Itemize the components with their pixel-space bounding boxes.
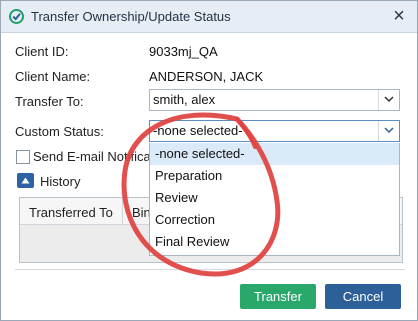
client-id-value: 9033mj_QA [149, 44, 218, 59]
dropdown-option-review[interactable]: Review [150, 187, 399, 209]
custom-status-value: -none selected- [153, 123, 243, 138]
transfer-dialog: Transfer Ownership/Update Status × Clien… [0, 0, 418, 321]
client-name-label: Client Name: [15, 69, 91, 84]
triangle-up-icon [21, 177, 30, 184]
dropdown-option-preparation[interactable]: Preparation [150, 165, 399, 187]
check-circle-icon [9, 9, 24, 24]
client-name-value: ANDERSON, JACK [149, 69, 264, 84]
dialog-titlebar: Transfer Ownership/Update Status × [1, 1, 417, 33]
cancel-button[interactable]: Cancel [325, 284, 401, 309]
client-id-label: Client ID: [15, 44, 69, 59]
custom-status-select[interactable]: -none selected- [149, 120, 400, 142]
transfer-button[interactable]: Transfer [240, 284, 316, 309]
custom-status-label: Custom Status: [15, 124, 104, 139]
close-icon[interactable]: × [388, 5, 410, 27]
transfer-to-value: smith, alex [153, 92, 216, 107]
dropdown-option-final-review[interactable]: Final Review [150, 231, 399, 253]
history-label: History [40, 174, 81, 189]
dialog-title: Transfer Ownership/Update Status [31, 9, 231, 24]
chevron-down-icon[interactable] [378, 90, 399, 110]
dropdown-option-none[interactable]: -none selected- [150, 143, 399, 165]
custom-status-dropdown: -none selected- Preparation Review Corre… [149, 143, 400, 256]
dropdown-option-correction[interactable]: Correction [150, 209, 399, 231]
chevron-down-icon[interactable] [378, 121, 399, 141]
send-email-checkbox[interactable] [16, 150, 30, 164]
transfer-to-select[interactable]: smith, alex [149, 89, 400, 111]
transfer-to-label: Transfer To: [15, 94, 84, 109]
column-header-transferred-to[interactable]: Transferred To [20, 198, 123, 224]
footer-divider [15, 269, 405, 270]
history-collapse-button[interactable] [17, 173, 34, 188]
